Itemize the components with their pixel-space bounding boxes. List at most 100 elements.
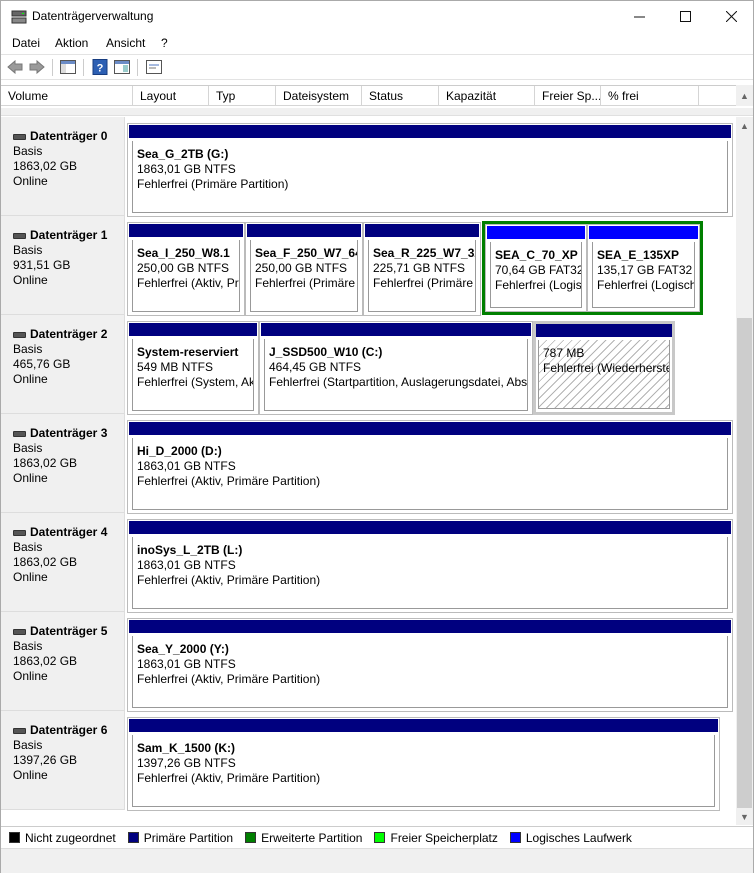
partition-block[interactable]: System-reserviert 549 MB NTFS Fehlerfrei… [127, 321, 259, 415]
legend-swatch [509, 832, 521, 843]
help-book-icon: ? [92, 59, 108, 75]
column-freier-speicher[interactable]: Freier Sp... [535, 86, 601, 106]
partition-status: Fehlerfrei (Primäre I [373, 276, 476, 290]
partition-block[interactable]: inoSys_L_2TB (L:) 1863,01 GB NTFS Fehler… [127, 519, 733, 613]
legend-label: Primäre Partition [143, 830, 234, 845]
partition-name: Sea_F_250_W7_64 [255, 246, 358, 260]
menu-ansicht[interactable]: Ansicht [106, 36, 145, 50]
settings-view-button[interactable] [145, 58, 163, 76]
maximize-icon [679, 11, 691, 22]
partition-block[interactable]: Sea_G_2TB (G:) 1863,01 GB NTFS Fehlerfre… [127, 123, 733, 217]
logical-drive-block[interactable]: SEA_E_135XP 135,17 GB FAT32 Fehlerfrei (… [587, 224, 700, 312]
column-typ[interactable]: Typ [209, 86, 276, 106]
column-layout[interactable]: Layout [133, 86, 209, 106]
disk-row[interactable]: Datenträger 6 Basis 1397,26 GB Online Sa… [1, 711, 735, 811]
window-title: Datenträgerverwaltung [32, 9, 154, 23]
partition-block[interactable]: Sam_K_1500 (K:) 1397,26 GB NTFS Fehlerfr… [127, 717, 720, 811]
scroll-up-button[interactable]: ▲ [736, 117, 753, 134]
partition-filesystem: 549 MB NTFS [137, 360, 214, 374]
column-volume[interactable]: Volume [1, 86, 133, 106]
partition-status: Fehlerfrei (Primäre I [255, 276, 358, 290]
partition-block[interactable]: Hi_D_2000 (D:) 1863,01 GB NTFS Fehlerfre… [127, 420, 733, 514]
pane-splitter[interactable] [1, 108, 753, 116]
chevron-up-icon: ▲ [740, 120, 749, 131]
column-status[interactable]: Status [362, 86, 439, 106]
maximize-button[interactable] [662, 1, 708, 32]
minimize-button[interactable] [616, 1, 662, 32]
forward-arrow-icon [29, 60, 45, 74]
partition-name: Hi_D_2000 (D:) [137, 444, 222, 458]
menu-help[interactable]: ? [161, 36, 168, 50]
disk-label[interactable]: Datenträger 2 Basis 465,76 GB Online [1, 315, 125, 414]
partition-body: Hi_D_2000 (D:) 1863,01 GB NTFS Fehlerfre… [132, 438, 728, 510]
legend-item: Primäre Partition [127, 830, 234, 845]
disk-icon [13, 133, 26, 140]
disk-graphical-view: Datenträger 0 Basis 1863,02 GB Online Se… [1, 117, 735, 825]
partition-body: Sea_R_225_W7_32 225,71 GB NTFS Fehlerfre… [368, 240, 476, 312]
partition-body: SEA_C_70_XP 70,64 GB FAT32 Fehlerfrei (L… [490, 242, 582, 308]
column-prozent-frei[interactable]: % frei [601, 86, 699, 106]
partition-block[interactable]: Sea_R_225_W7_32 225,71 GB NTFS Fehlerfre… [363, 222, 481, 316]
show-hide-tree-button[interactable] [59, 58, 77, 76]
disk-size: 931,51 GB [13, 258, 71, 272]
legend-swatch [9, 832, 20, 843]
disk-row[interactable]: Datenträger 5 Basis 1863,02 GB Online Se… [1, 612, 735, 712]
title-bar[interactable]: Datenträgerverwaltung [1, 1, 753, 32]
properties-view-icon [114, 60, 130, 74]
partition-block[interactable]: Sea_I_250_W8.1 250,00 GB NTFS Fehlerfrei… [127, 222, 245, 316]
list-scroll-up-button[interactable]: ▲ [736, 85, 753, 106]
partition-body: System-reserviert 549 MB NTFS Fehlerfrei… [132, 339, 254, 411]
partition-type-bar [129, 125, 731, 138]
help-button[interactable]: ? [91, 58, 109, 76]
properties-view-button[interactable] [113, 58, 131, 76]
disk-label[interactable]: Datenträger 3 Basis 1863,02 GB Online [1, 414, 125, 513]
partition-name: SEA_E_135XP [597, 248, 680, 262]
disk-size: 1863,02 GB [13, 555, 78, 569]
svg-text:?: ? [97, 63, 104, 75]
partition-block[interactable]: J_SSD500_W10 (C:) 464,45 GB NTFS Fehlerf… [259, 321, 533, 415]
partition-body: Sea_G_2TB (G:) 1863,01 GB NTFS Fehlerfre… [132, 141, 728, 213]
disk-size: 1397,26 GB [13, 753, 78, 767]
back-arrow-icon [7, 60, 23, 74]
partition-status: Fehlerfrei (Wiederherste [543, 361, 670, 375]
partition-body: SEA_E_135XP 135,17 GB FAT32 Fehlerfrei (… [592, 242, 695, 308]
minimize-icon [633, 16, 645, 18]
disk-label[interactable]: Datenträger 5 Basis 1863,02 GB Online [1, 612, 125, 711]
column-kapazitaet[interactable]: Kapazität [439, 86, 535, 106]
disk-row[interactable]: Datenträger 2 Basis 465,76 GB Online Sys… [1, 315, 735, 415]
close-button[interactable] [708, 1, 754, 32]
legend-swatch [127, 832, 139, 843]
disk-row[interactable]: Datenträger 3 Basis 1863,02 GB Online Hi… [1, 414, 735, 514]
recovery-partition-block[interactable]: 787 MB Fehlerfrei (Wiederherste [533, 321, 675, 415]
scroll-down-button[interactable]: ▼ [736, 808, 753, 825]
partition-type-bar [129, 422, 731, 435]
partition-block[interactable]: Sea_F_250_W7_64 250,00 GB NTFS Fehlerfre… [245, 222, 363, 316]
legend-bar: Nicht zugeordnet Primäre Partition Erwei… [1, 826, 753, 848]
menu-aktion[interactable]: Aktion [55, 36, 88, 50]
partition-filesystem: 464,45 GB NTFS [269, 360, 362, 374]
back-button[interactable] [6, 58, 24, 76]
legend-label: Freier Speicherplatz [390, 830, 498, 845]
disk-row[interactable]: Datenträger 0 Basis 1863,02 GB Online Se… [1, 117, 735, 217]
partition-block[interactable]: Sea_Y_2000 (Y:) 1863,01 GB NTFS Fehlerfr… [127, 618, 733, 712]
disk-label[interactable]: Datenträger 0 Basis 1863,02 GB Online [1, 117, 125, 216]
partition-body: 787 MB Fehlerfrei (Wiederherste [538, 340, 670, 409]
menu-datei[interactable]: Datei [12, 36, 40, 50]
disk-label[interactable]: Datenträger 4 Basis 1863,02 GB Online [1, 513, 125, 612]
disk-type: Basis [13, 738, 43, 752]
logical-drive-block[interactable]: SEA_C_70_XP 70,64 GB FAT32 Fehlerfrei (L… [485, 224, 587, 312]
column-dateisystem[interactable]: Dateisystem [276, 86, 362, 106]
legend-label: Logisches Laufwerk [525, 830, 632, 845]
scroll-thumb[interactable] [737, 318, 752, 808]
disk-state: Online [13, 273, 48, 287]
disk-label[interactable]: Datenträger 1 Basis 931,51 GB Online [1, 216, 125, 315]
disk-label[interactable]: Datenträger 6 Basis 1397,26 GB Online [1, 711, 125, 810]
disk-row[interactable]: Datenträger 4 Basis 1863,02 GB Online in… [1, 513, 735, 613]
toolbar-separator [137, 59, 138, 76]
forward-button[interactable] [28, 58, 46, 76]
vertical-scrollbar[interactable]: ▲ ▼ [736, 117, 753, 825]
disk-type: Basis [13, 639, 43, 653]
partition-filesystem: 1863,01 GB NTFS [137, 558, 236, 572]
disk-row[interactable]: Datenträger 1 Basis 931,51 GB Online Sea… [1, 216, 735, 316]
partition-body: Sea_I_250_W8.1 250,00 GB NTFS Fehlerfrei… [132, 240, 240, 312]
